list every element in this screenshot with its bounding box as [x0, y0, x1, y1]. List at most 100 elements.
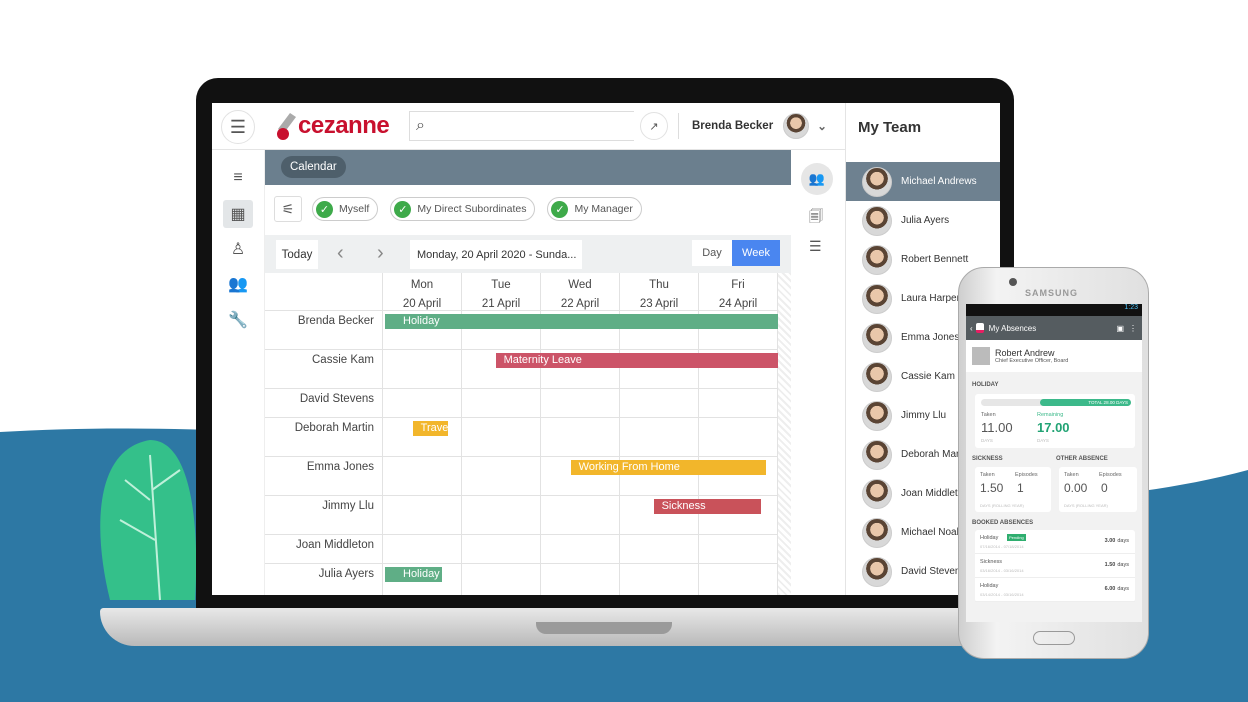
member-avatar — [862, 517, 892, 548]
menu-button[interactable]: ☰ — [221, 110, 255, 144]
team-member[interactable]: Michael Andrews — [846, 162, 1000, 201]
absence-event[interactable]: Trave — [412, 421, 448, 436]
home-button[interactable] — [1033, 631, 1075, 645]
absence-event[interactable]: Sickness — [653, 499, 761, 514]
day-cell[interactable] — [699, 535, 778, 564]
employee-name: Deborah Martin — [265, 418, 383, 457]
wrench-icon[interactable]: 🔧 — [223, 306, 253, 334]
day-cell[interactable] — [620, 389, 699, 418]
other-heading: OTHER ABSENCE — [1056, 456, 1108, 462]
user-menu[interactable]: Brenda Becker ⌄ — [692, 108, 832, 144]
profile-photo — [972, 347, 990, 365]
calendar-icon[interactable]: ▦ — [223, 200, 253, 228]
date-range-picker[interactable]: Monday, 20 April 2020 - Sunda... — [410, 240, 582, 269]
filter-label: My Direct Subordinates — [417, 203, 527, 215]
page-header: Calendar — [265, 150, 791, 185]
day-cell[interactable] — [383, 535, 462, 564]
day-of-week: Thu — [649, 279, 669, 291]
phone-brand: SAMSUNG — [1025, 288, 1079, 298]
day-cell[interactable] — [541, 496, 620, 535]
filter-chip[interactable]: ✓ My Manager — [547, 197, 642, 221]
day-cell[interactable] — [699, 389, 778, 418]
day-cell[interactable] — [541, 535, 620, 564]
day-cell[interactable] — [462, 418, 541, 457]
day-cell[interactable] — [383, 389, 462, 418]
phone-camera — [1009, 278, 1017, 286]
calendar-toolbar: Today ‹ › Monday, 20 April 2020 - Sunda.… — [265, 235, 791, 273]
day-cell[interactable] — [383, 350, 462, 389]
next-week-button[interactable]: › — [377, 242, 384, 265]
list-icon[interactable]: ☰ — [809, 238, 822, 255]
absence-dates: 03/16/2014 - 03/16/2014 — [980, 568, 1024, 573]
prev-week-button[interactable]: ‹ — [337, 242, 344, 265]
day-cell[interactable] — [462, 564, 541, 595]
booked-list: Holiday Pending 07/16/2014 - 07/18/2014 3.0… — [975, 530, 1135, 602]
day-cell[interactable] — [620, 564, 699, 595]
user-avatar — [783, 113, 810, 139]
member-avatar — [862, 166, 892, 197]
filter-chip[interactable]: ✓ Myself — [312, 197, 379, 221]
filter-settings-button[interactable]: ⚟ — [274, 196, 302, 222]
open-external-button[interactable]: ↗ — [640, 112, 668, 140]
absence-event[interactable]: Maternity Leave — [495, 353, 778, 368]
day-cell[interactable] — [462, 535, 541, 564]
absence-days: 6.00 days — [1105, 586, 1129, 592]
view-day-button[interactable]: Day — [692, 240, 732, 266]
search-input[interactable]: ⌕ — [409, 111, 634, 141]
day-cell[interactable] — [699, 418, 778, 457]
check-icon: ✓ — [316, 200, 333, 218]
day-cell[interactable] — [541, 389, 620, 418]
day-cell[interactable] — [541, 418, 620, 457]
profile-card: Robert Andrew Chief Executive Officer, Bo… — [966, 340, 1142, 372]
day-cell[interactable] — [699, 564, 778, 595]
day-header: Mon 20 April — [383, 273, 462, 311]
right-tools: 👥 🗐 ☰ — [791, 150, 845, 595]
member-name: David Steven — [901, 566, 961, 577]
day-cell[interactable] — [620, 418, 699, 457]
team-icon[interactable]: 👥 — [801, 163, 833, 195]
filter-chip[interactable]: ✓ My Direct Subordinates — [390, 197, 536, 221]
holiday-taken: 11.00 — [981, 420, 1013, 435]
absence-type: Holiday — [980, 583, 999, 589]
today-button[interactable]: Today — [276, 240, 318, 269]
back-icon[interactable]: ‹ — [970, 324, 973, 333]
member-name: Emma Jones — [901, 332, 960, 343]
add-absence-icon[interactable]: ▣ — [1116, 324, 1124, 333]
laptop-notch — [536, 622, 672, 634]
unit: DAYS — [1037, 438, 1049, 443]
day-cell[interactable] — [383, 496, 462, 535]
days-value: 3.00 — [1104, 538, 1116, 544]
day-cell[interactable] — [541, 564, 620, 595]
day-cell[interactable] — [462, 496, 541, 535]
left-nav: ≡ ▦ ♙ 👥 🔧 — [212, 150, 265, 595]
absence-event[interactable]: Holiday — [385, 314, 778, 329]
booked-absence[interactable]: Holiday 03/14/2014 - 03/16/2014 6.00 days — [975, 578, 1135, 602]
absence-event[interactable]: Holiday — [385, 567, 443, 582]
days-value: 1.50 — [1104, 562, 1116, 568]
days-value: 6.00 — [1104, 586, 1116, 592]
booked-absence[interactable]: Sickness 03/16/2014 - 03/16/2014 1.50 days — [975, 554, 1135, 578]
employee-name: Brenda Becker — [265, 311, 383, 350]
absence-event[interactable]: Working From Home — [570, 460, 767, 475]
filter-chips: ✓ Myself ✓ My Direct Subordinates ✓ My Manage… — [312, 197, 642, 221]
unit: DAYS (ROLLING YEAR) — [1064, 503, 1108, 508]
day-cell[interactable] — [462, 389, 541, 418]
booked-absence[interactable]: Holiday Pending 07/16/2014 - 07/18/2014 3.0… — [975, 530, 1135, 554]
report-search-icon[interactable]: 🗐 — [809, 206, 823, 230]
view-week-button[interactable]: Week — [732, 240, 780, 266]
day-cell[interactable] — [620, 535, 699, 564]
employee-name: Emma Jones — [265, 457, 383, 496]
day-cell[interactable] — [462, 457, 541, 496]
team-member[interactable]: Julia Ayers — [846, 201, 1000, 240]
people-icon[interactable]: 👥 — [223, 270, 253, 298]
taken-label: Taken — [1064, 472, 1079, 478]
day-cell[interactable] — [383, 457, 462, 496]
person-icon[interactable]: ♙ — [223, 235, 253, 263]
tasks-icon[interactable]: ≡ — [223, 164, 253, 192]
more-icon[interactable]: ⋮ — [1129, 324, 1137, 333]
day-header: Tue 21 April — [462, 273, 541, 311]
calendar-row: Emma Jones Working From Home — [265, 457, 791, 496]
calendar-row: Cassie Kam Maternity Leave — [265, 350, 791, 389]
hamburger-icon: ☰ — [229, 116, 247, 137]
calendar-row: David Stevens — [265, 389, 791, 418]
